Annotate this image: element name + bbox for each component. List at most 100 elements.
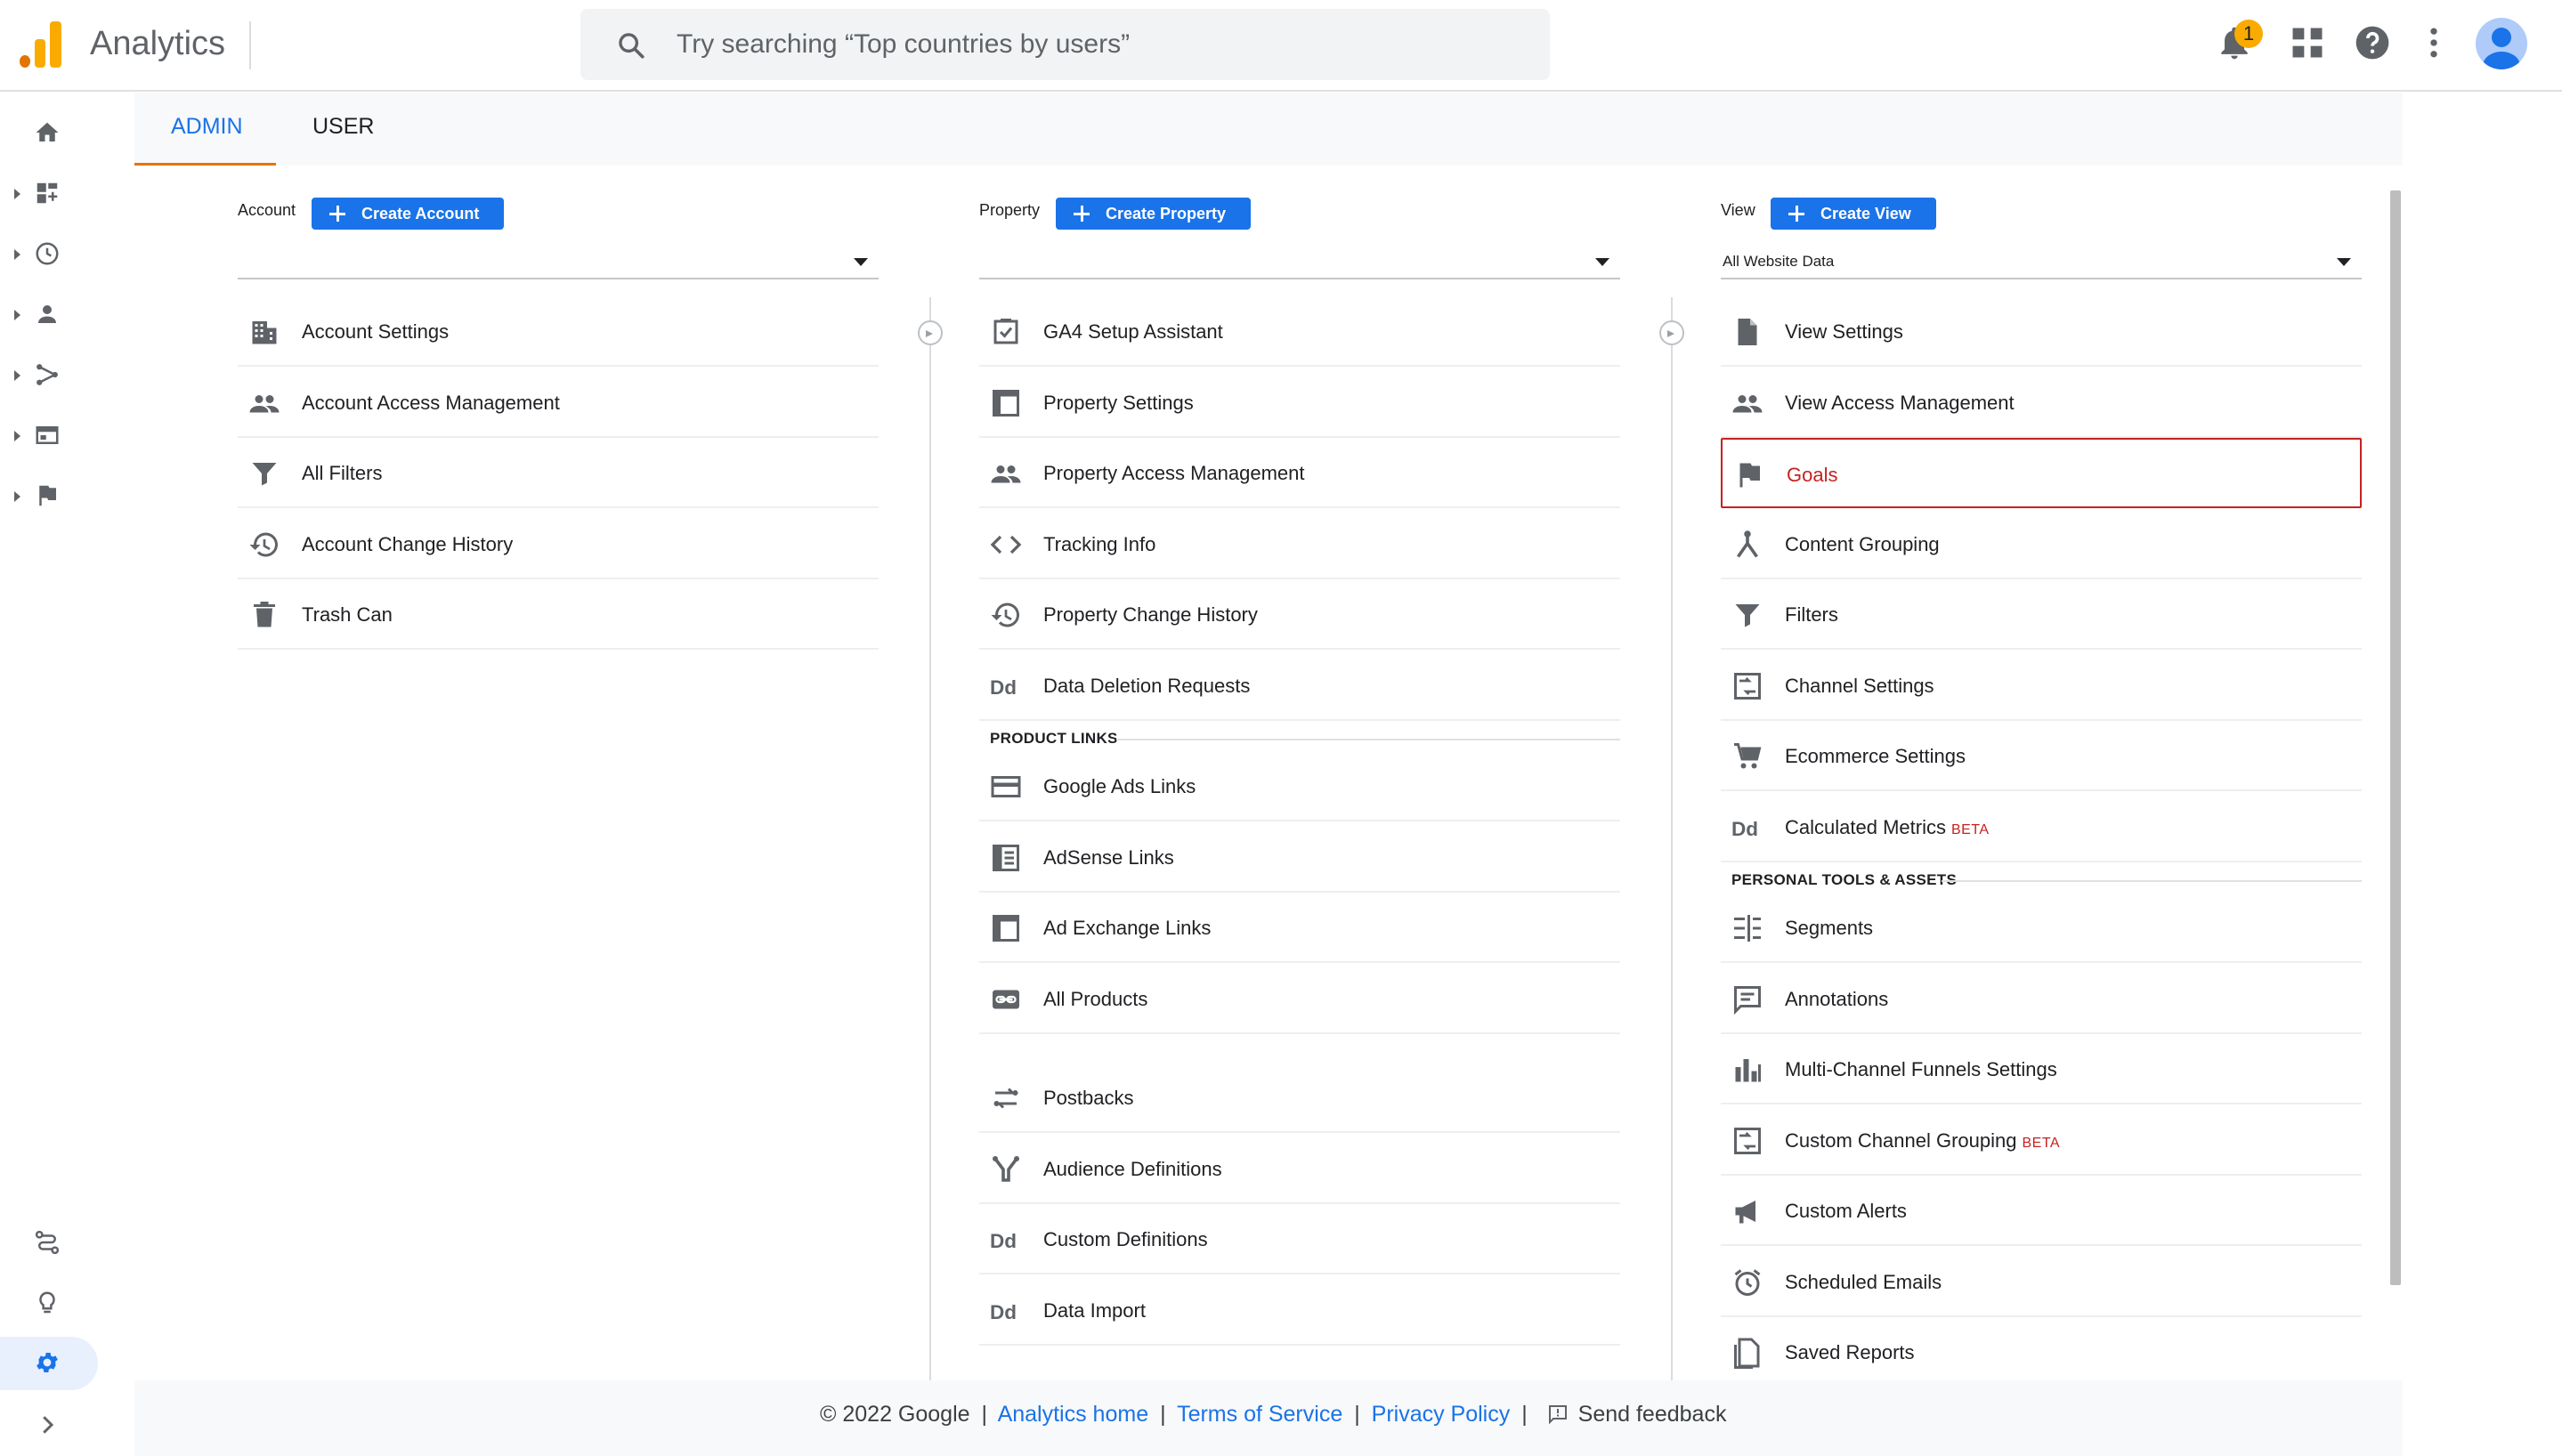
nav-behavior[interactable] — [0, 409, 98, 463]
tab-user[interactable]: USER — [312, 114, 374, 140]
section-divider — [1116, 739, 1620, 740]
admin-item-filters[interactable]: Filters — [1721, 579, 2362, 650]
expand-rail-button[interactable] — [0, 1399, 98, 1452]
privacy-policy-link[interactable]: Privacy Policy — [1372, 1402, 1511, 1427]
admin-item-ga4-setup-assistant[interactable]: GA4 Setup Assistant — [979, 296, 1620, 367]
admin-item-google-ads-links[interactable]: Google Ads Links — [979, 751, 1620, 821]
app-title[interactable]: Analytics — [90, 25, 225, 63]
admin-item-view-access-management[interactable]: View Access Management — [1721, 368, 2362, 438]
admin-panel: Account Create Account Account Settings A… — [134, 166, 2403, 1380]
admin-item-adsense-links[interactable]: AdSense Links — [979, 822, 1620, 893]
nav-admin[interactable] — [0, 1337, 98, 1390]
admin-item-ad-exchange-links[interactable]: Ad Exchange Links — [979, 893, 1620, 963]
admin-item-ecommerce-settings[interactable]: Ecommerce Settings — [1721, 721, 2362, 791]
link-icon — [993, 990, 1019, 1008]
admin-item-data-deletion-requests[interactable]: Dd Data Deletion Requests — [979, 651, 1620, 721]
account-column: Account Create Account Account Settings A… — [238, 166, 879, 1380]
admin-item-goals[interactable]: Goals — [1721, 438, 2362, 508]
property-column-label: Property — [979, 201, 1041, 219]
more-vert-icon[interactable] — [2414, 23, 2453, 62]
account-selector[interactable] — [238, 244, 879, 279]
nav-customization[interactable] — [0, 167, 98, 221]
nav-discover[interactable] — [0, 1277, 98, 1331]
admin-item-custom-alerts[interactable]: Custom Alerts — [1721, 1176, 2362, 1246]
dropdown-arrow-icon — [2337, 258, 2351, 266]
admin-item-segments[interactable]: Segments — [1721, 893, 2362, 963]
personal-tools-heading: PERSONAL TOOLS & ASSETS — [1731, 871, 1958, 888]
admin-item-custom-definitions[interactable]: Dd Custom Definitions — [979, 1204, 1620, 1274]
admin-item-view-settings[interactable]: View Settings — [1721, 296, 2362, 367]
admin-item-account-access-management[interactable]: Account Access Management — [238, 368, 879, 438]
search-input[interactable] — [677, 21, 1513, 68]
nav-realtime[interactable] — [0, 228, 98, 281]
admin-item-label: Property Access Management — [1043, 462, 1305, 484]
create-property-button[interactable]: Create Property — [1056, 198, 1252, 230]
help-icon[interactable] — [2353, 23, 2392, 62]
admin-item-custom-channel-grouping[interactable]: Custom Channel Grouping BETA — [1721, 1105, 2362, 1176]
column-connector-icon — [918, 320, 943, 345]
admin-item-property-change-history[interactable]: Property Change History — [979, 579, 1620, 650]
admin-item-account-change-history[interactable]: Account Change History — [238, 509, 879, 579]
bar-chart-icon — [1735, 1059, 1761, 1082]
admin-item-audience-definitions[interactable]: Audience Definitions — [979, 1134, 1620, 1204]
copyright-text: © 2022 Google — [820, 1402, 970, 1427]
layout-icon — [993, 915, 1019, 942]
admin-item-label: Filters — [1785, 603, 1838, 626]
admin-item-property-settings[interactable]: Property Settings — [979, 368, 1620, 438]
create-view-button[interactable]: Create View — [1771, 198, 1936, 230]
filter-icon — [1735, 604, 1760, 627]
admin-item-tracking-info[interactable]: Tracking Info — [979, 509, 1620, 579]
admin-item-label: Content Grouping — [1785, 532, 1940, 555]
admin-item-multi-channel-funnels-settings[interactable]: Multi-Channel Funnels Settings — [1721, 1034, 2362, 1104]
footer-links: © 2022 Google | Analytics home | Terms o… — [820, 1402, 1726, 1428]
admin-item-label: Segments — [1785, 917, 1874, 939]
audience-icon — [993, 1155, 1019, 1182]
nav-conversions[interactable] — [0, 470, 98, 523]
plus-icon — [1074, 206, 1090, 222]
admin-item-all-filters[interactable]: All Filters — [238, 438, 879, 508]
filter-icon — [252, 463, 277, 486]
saved-report-icon — [1734, 1338, 1760, 1369]
send-feedback-button[interactable]: Send feedback — [1539, 1402, 1726, 1427]
admin-item-label: Channel Settings — [1785, 674, 1934, 697]
search-bar[interactable] — [580, 9, 1550, 80]
admin-item-data-import[interactable]: Dd Data Import — [979, 1275, 1620, 1346]
view-selector[interactable]: All Website Data — [1721, 244, 2362, 279]
channel-icon — [1734, 1127, 1761, 1154]
nav-attribution[interactable] — [0, 1217, 98, 1270]
create-account-button[interactable]: Create Account — [312, 198, 505, 230]
person-icon — [38, 305, 56, 323]
admin-item-calculated-metrics[interactable]: Dd Calculated Metrics BETA — [1721, 792, 2362, 862]
admin-item-label: Property Settings — [1043, 391, 1194, 414]
nav-home[interactable] — [0, 107, 98, 160]
admin-item-property-access-management[interactable]: Property Access Management — [979, 438, 1620, 508]
terms-of-service-link[interactable]: Terms of Service — [1177, 1402, 1342, 1427]
nav-acquisition[interactable] — [0, 349, 98, 402]
apps-grid-icon[interactable] — [2288, 23, 2327, 62]
account-avatar[interactable] — [2476, 18, 2527, 69]
admin-item-label: View Settings — [1785, 320, 1903, 343]
admin-item-annotations[interactable]: Annotations — [1721, 964, 2362, 1034]
admin-item-account-settings[interactable]: Account Settings — [238, 296, 879, 367]
nav-audience[interactable] — [0, 288, 98, 342]
admin-item-postbacks[interactable]: Postbacks — [979, 1063, 1620, 1133]
admin-item-scheduled-emails[interactable]: Scheduled Emails — [1721, 1247, 2362, 1317]
admin-item-label: View Access Management — [1785, 391, 2015, 414]
admin-item-content-grouping[interactable]: Content Grouping — [1721, 509, 2362, 579]
analytics-logo-icon[interactable] — [20, 21, 62, 68]
code-icon — [990, 535, 1022, 554]
property-selector[interactable] — [979, 244, 1620, 279]
flag-icon — [1739, 463, 1760, 488]
panel-scrollbar[interactable] — [2390, 190, 2401, 1285]
tab-admin[interactable]: ADMIN — [171, 114, 243, 140]
admin-item-saved-reports[interactable]: Saved Reports — [1721, 1317, 2362, 1380]
dd-icon: Dd — [1731, 818, 1758, 840]
analytics-home-link[interactable]: Analytics home — [998, 1402, 1149, 1427]
admin-item-all-products[interactable]: All Products — [979, 964, 1620, 1034]
svg-text:Dd: Dd — [990, 676, 1017, 699]
admin-item-label: Multi-Channel Funnels Settings — [1785, 1058, 2057, 1080]
admin-item-trash-can[interactable]: Trash Can — [238, 579, 879, 650]
admin-item-channel-settings[interactable]: Channel Settings — [1721, 651, 2362, 721]
attribution-icon — [35, 1230, 60, 1255]
plus-icon — [329, 206, 345, 222]
